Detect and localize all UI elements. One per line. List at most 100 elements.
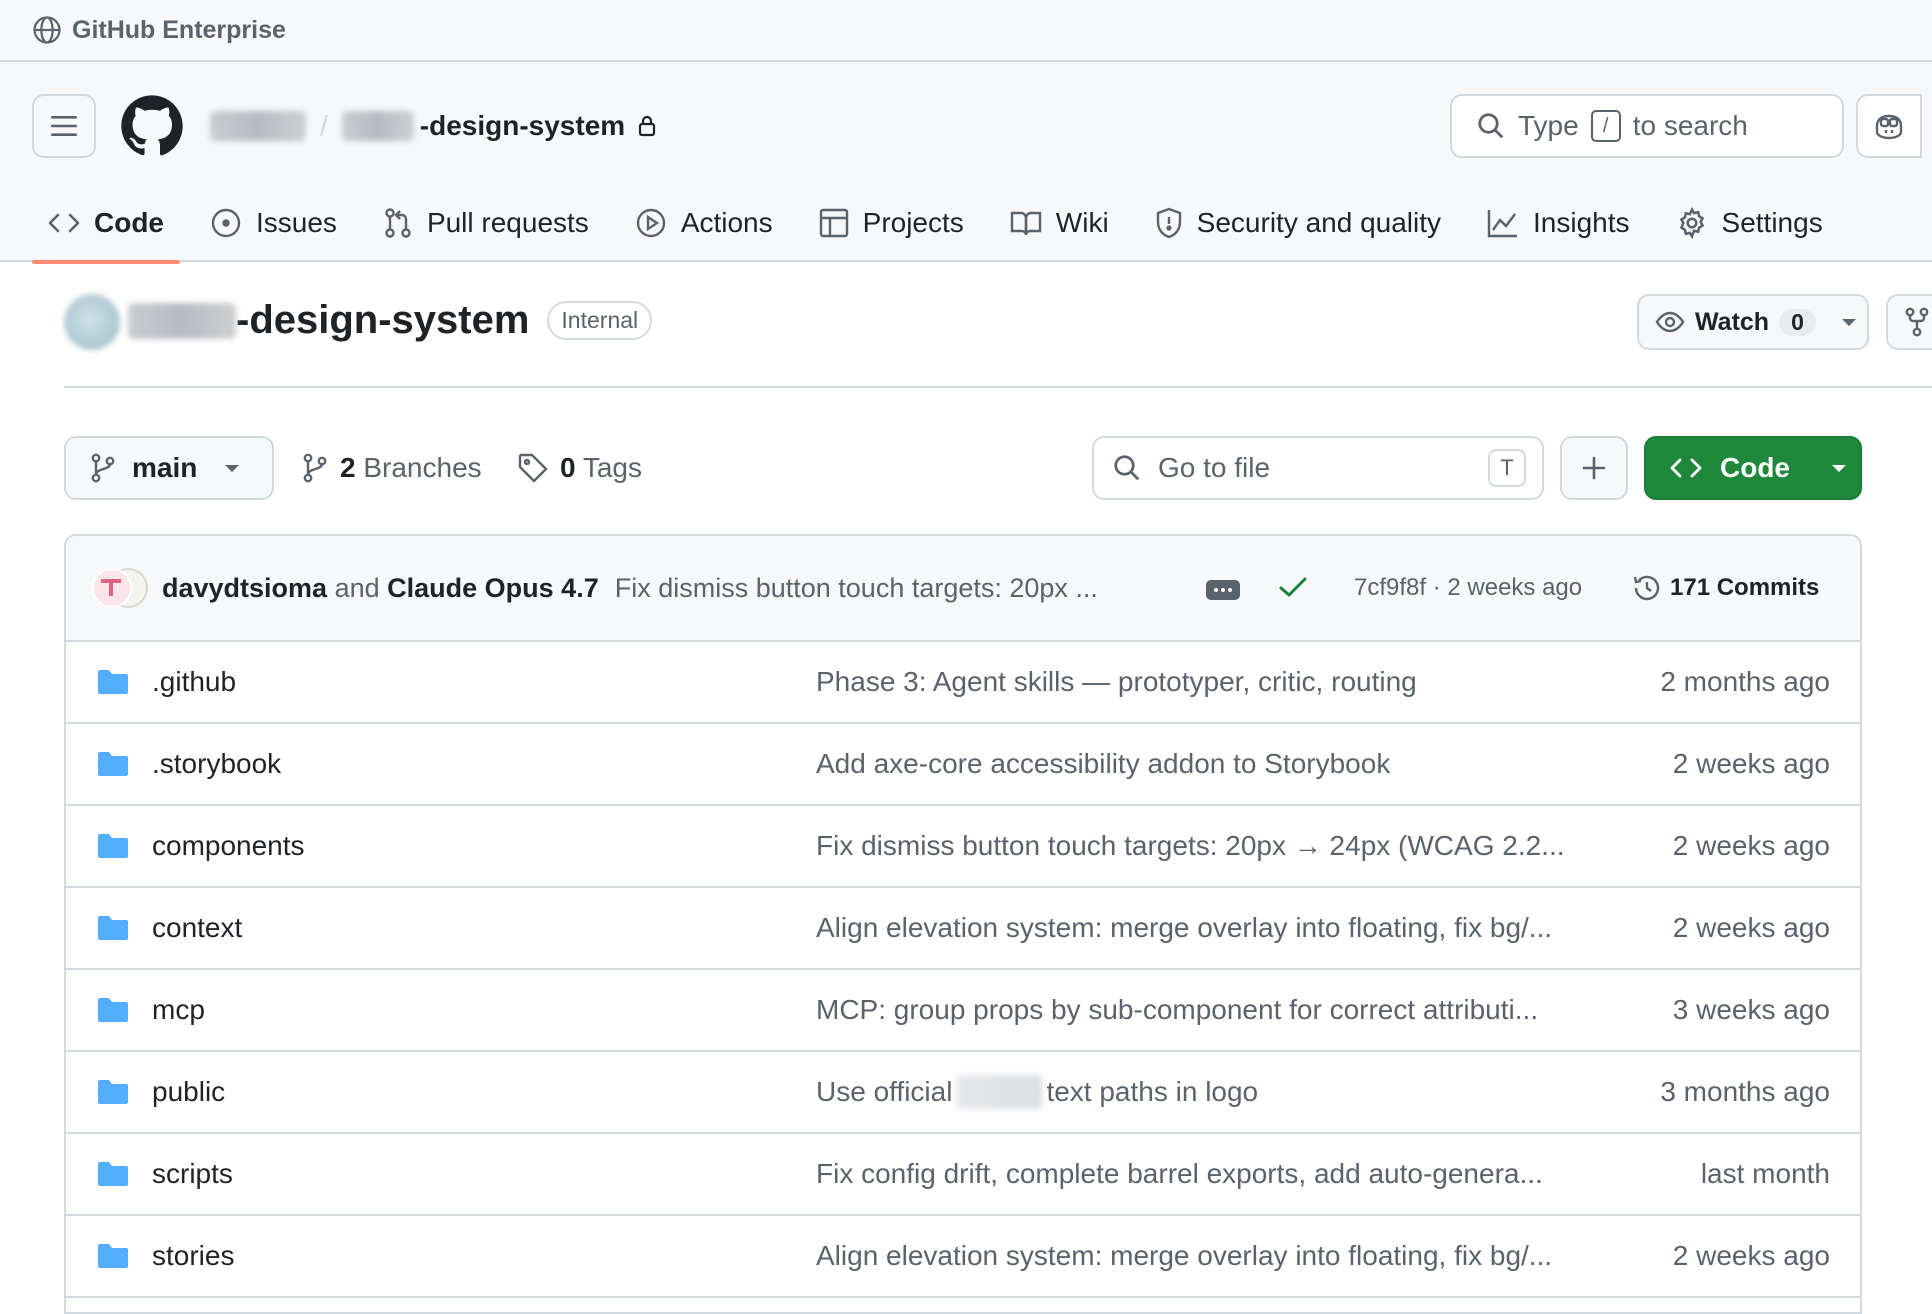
tags-link[interactable]: 0 Tags	[518, 436, 642, 500]
file-commit-message[interactable]: MCP: group props by sub-component for co…	[816, 994, 1538, 1026]
code-icon	[48, 213, 80, 233]
file-name[interactable]: components	[152, 830, 305, 862]
tab-label: Settings	[1721, 207, 1823, 238]
tags-count: 0	[560, 452, 576, 483]
repo-title-row: -design-system Internal Watch 0	[64, 264, 1932, 388]
repo-name-link[interactable]: -design-system	[420, 110, 625, 142]
table-icon	[819, 208, 848, 238]
repo-tabs: Code Issues Pull requests Actions Projec…	[32, 184, 1853, 264]
search-icon	[1478, 113, 1504, 139]
branches-link[interactable]: 2 Branches	[302, 436, 482, 500]
tab-security[interactable]: Security and quality	[1139, 184, 1457, 262]
branches-label: Branches	[363, 452, 482, 483]
file-row[interactable]: .storybook Add axe-core accessibility ad…	[66, 724, 1860, 806]
chevron-down-icon	[225, 465, 240, 472]
file-row[interactable]: mcp MCP: group props by sub-component fo…	[66, 970, 1860, 1052]
issue-icon	[211, 208, 241, 238]
tab-pull-requests[interactable]: Pull requests	[367, 184, 605, 262]
tab-insights[interactable]: Insights	[1471, 184, 1646, 262]
pull-request-icon	[385, 208, 411, 238]
owner-name-redacted[interactable]	[210, 111, 306, 141]
file-name[interactable]: public	[152, 1076, 225, 1108]
tab-projects[interactable]: Projects	[803, 184, 980, 262]
check-icon[interactable]	[1278, 574, 1308, 600]
fork-button[interactable]	[1886, 294, 1932, 350]
go-to-file-placeholder: Go to file	[1158, 452, 1271, 483]
file-commit-message[interactable]: Align elevation system: merge overlay in…	[816, 912, 1552, 944]
breadcrumb-separator: /	[320, 110, 328, 141]
fork-icon	[1905, 307, 1929, 337]
file-name[interactable]: context	[152, 912, 242, 944]
tab-issues[interactable]: Issues	[194, 184, 353, 262]
file-commit-message[interactable]: Align elevation system: merge overlay in…	[816, 1240, 1552, 1272]
file-name[interactable]: .storybook	[152, 748, 281, 780]
commit-message[interactable]: Fix dismiss button touch targets: 20px .…	[615, 573, 1098, 604]
watch-button[interactable]: Watch 0	[1637, 294, 1869, 350]
folder-icon	[98, 916, 128, 940]
github-logo-icon[interactable]	[120, 94, 184, 158]
commit-avatars[interactable]	[92, 568, 148, 608]
enterprise-bar: GitHub Enterprise	[0, 0, 1932, 62]
code-dropdown-button[interactable]: Code	[1644, 436, 1862, 500]
commit-and: and	[334, 572, 380, 603]
file-row[interactable]: scripts Fix config drift, complete barre…	[66, 1134, 1860, 1216]
menu-button[interactable]	[32, 94, 96, 158]
redacted-text	[956, 1075, 1043, 1109]
graph-icon	[1487, 210, 1518, 238]
file-commit-message[interactable]: Fix dismiss button touch targets: 20px →…	[816, 830, 1565, 862]
file-row[interactable]: stories Align elevation system: merge ov…	[66, 1216, 1860, 1298]
search-prefix: Type	[1518, 110, 1579, 141]
watch-label: Watch	[1695, 307, 1770, 336]
file-commit-age: 2 weeks ago	[1672, 830, 1830, 861]
file-commit-message[interactable]: Fix config drift, complete barrel export…	[816, 1158, 1543, 1190]
commit-author-2[interactable]: Claude Opus 4.7	[387, 573, 599, 603]
code-icon	[1670, 458, 1702, 478]
branch-icon	[303, 453, 327, 483]
file-commit-message[interactable]: Phase 3: Agent skills — prototyper, crit…	[816, 666, 1417, 698]
tab-settings[interactable]: Settings	[1660, 184, 1839, 262]
branch-name: main	[132, 452, 198, 483]
commit-author-1[interactable]: davydtsioma	[162, 573, 327, 603]
search-input[interactable]: Type / to search	[1450, 94, 1844, 158]
shield-icon	[1156, 207, 1181, 239]
folder-icon	[98, 1244, 128, 1268]
file-name[interactable]: stories	[152, 1240, 234, 1272]
plus-icon	[1582, 456, 1606, 480]
branch-selector[interactable]: main	[64, 436, 274, 500]
play-icon	[636, 208, 666, 238]
file-toolbar: main 2 Branches 0 Tags Go to file T Code	[64, 436, 1862, 502]
repo-owner-avatar[interactable]	[64, 294, 120, 350]
copilot-button[interactable]	[1856, 94, 1922, 158]
file-commit-age: 2 months ago	[1660, 666, 1830, 697]
tab-code[interactable]: Code	[32, 184, 180, 264]
folder-icon	[98, 1162, 128, 1186]
commit-sha-age[interactable]: 7cf9f8f · 2 weeks ago	[1354, 536, 1582, 640]
add-file-button[interactable]	[1560, 436, 1628, 500]
file-row[interactable]: components Fix dismiss button touch targ…	[66, 806, 1860, 888]
file-name[interactable]: .github	[152, 666, 236, 698]
tab-actions[interactable]: Actions	[619, 184, 789, 262]
folder-icon	[98, 752, 128, 776]
file-name[interactable]: scripts	[152, 1158, 233, 1190]
breadcrumb: / -design-system	[210, 110, 657, 142]
tab-wiki[interactable]: Wiki	[994, 184, 1125, 262]
commits-link[interactable]: 171 Commits	[1632, 536, 1819, 640]
tab-label: Security and quality	[1196, 207, 1442, 238]
file-row[interactable]: .github Phase 3: Agent skills — prototyp…	[66, 642, 1860, 724]
file-row[interactable]: context Align elevation system: merge ov…	[66, 888, 1860, 970]
file-commit-message[interactable]: Add axe-core accessibility addon to Stor…	[816, 748, 1390, 780]
go-to-file-input[interactable]: Go to file T	[1092, 436, 1544, 500]
globe-icon	[33, 16, 61, 44]
tag-icon	[518, 453, 548, 483]
file-commit-message[interactable]: Use official text paths in logo	[816, 1075, 1258, 1109]
file-row[interactable]: public Use official text paths in logo 3…	[66, 1052, 1860, 1134]
tab-label: Insights	[1533, 207, 1630, 238]
file-commit-age: last month	[1700, 1158, 1830, 1189]
tab-label: Issues	[256, 207, 337, 238]
folder-icon	[98, 670, 128, 694]
search-icon	[1114, 455, 1140, 481]
expand-commit-button[interactable]	[1206, 580, 1240, 600]
repo-title: -design-system Internal	[128, 298, 653, 343]
tab-label: Projects	[862, 207, 964, 238]
file-name[interactable]: mcp	[152, 994, 205, 1026]
